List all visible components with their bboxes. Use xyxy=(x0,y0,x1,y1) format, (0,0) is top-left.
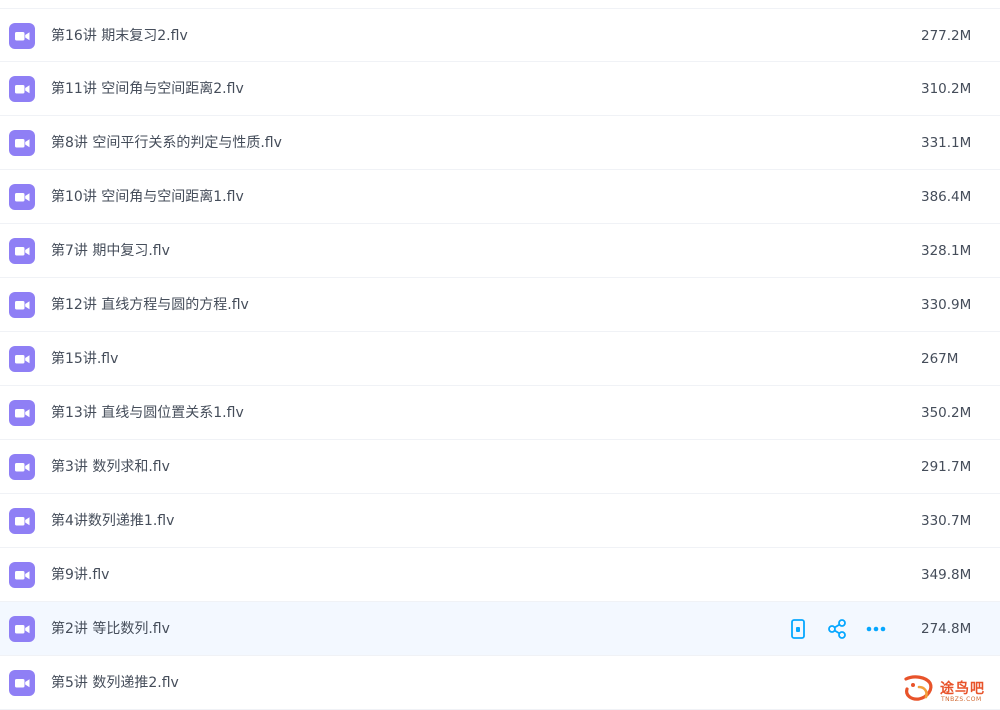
watermark-logo-icon xyxy=(904,675,933,701)
file-size: 274.8M xyxy=(921,621,972,637)
file-size: 330.9M xyxy=(921,297,972,313)
file-size: 349.8M xyxy=(921,567,972,583)
file-name[interactable]: 第2讲 等比数列.flv xyxy=(51,602,170,656)
video-file-icon xyxy=(9,346,35,372)
file-name[interactable]: 第7讲 期中复习.flv xyxy=(51,224,170,278)
video-file-icon xyxy=(9,400,35,426)
file-row[interactable]: 第10讲 空间角与空间距离1.flv 386.4M xyxy=(0,170,1000,224)
video-file-icon xyxy=(9,238,35,264)
file-row[interactable]: 第4讲数列递推1.flv 330.7M xyxy=(0,494,1000,548)
file-name[interactable]: 第15讲.flv xyxy=(51,332,118,386)
file-size: 277.2M xyxy=(921,28,972,44)
file-size: 291.7M xyxy=(921,459,972,475)
file-row[interactable]: 第12讲 直线方程与圆的方程.flv 330.9M xyxy=(0,278,1000,332)
file-name[interactable]: 第13讲 直线与圆位置关系1.flv xyxy=(51,386,244,440)
file-size: 310.2M xyxy=(921,81,972,97)
file-row[interactable]: 第5讲 数列递推2.flv xyxy=(0,656,1000,710)
video-file-icon xyxy=(9,616,35,642)
file-size: 267M xyxy=(921,351,959,367)
phone-button[interactable] xyxy=(787,618,809,640)
file-size: 386.4M xyxy=(921,189,972,205)
file-row[interactable]: 第3讲 数列求和.flv 291.7M xyxy=(0,440,1000,494)
file-list: 第16讲 期末复习2.flv 277.2M 第11讲 空间角与空间距离2.flv… xyxy=(0,8,1000,710)
file-row[interactable]: 第8讲 空间平行关系的判定与性质.flv 331.1M xyxy=(0,116,1000,170)
file-row[interactable]: 第15讲.flv 267M xyxy=(0,332,1000,386)
file-name[interactable]: 第10讲 空间角与空间距离1.flv xyxy=(51,170,244,224)
file-row[interactable]: 第16讲 期末复习2.flv 277.2M xyxy=(0,8,1000,62)
row-actions xyxy=(787,618,887,640)
file-size: 328.1M xyxy=(921,243,972,259)
watermark-text: 途鸟吧 xyxy=(940,681,985,697)
video-file-icon xyxy=(9,184,35,210)
video-file-icon xyxy=(9,130,35,156)
more-icon xyxy=(866,626,886,632)
video-file-icon xyxy=(9,454,35,480)
file-row[interactable]: 第13讲 直线与圆位置关系1.flv 350.2M xyxy=(0,386,1000,440)
file-name[interactable]: 第3讲 数列求和.flv xyxy=(51,440,170,494)
file-row[interactable]: 第2讲 等比数列.flv 274.8M xyxy=(0,602,1000,656)
file-row[interactable]: 第11讲 空间角与空间距离2.flv 310.2M xyxy=(0,62,1000,116)
phone-icon xyxy=(791,619,805,639)
video-file-icon xyxy=(9,292,35,318)
file-row[interactable]: 第9讲.flv 349.8M xyxy=(0,548,1000,602)
file-name[interactable]: 第4讲数列递推1.flv xyxy=(51,494,174,548)
more-button[interactable] xyxy=(865,618,887,640)
file-name[interactable]: 第5讲 数列递推2.flv xyxy=(51,656,179,710)
share-button[interactable] xyxy=(826,618,848,640)
file-size: 331.1M xyxy=(921,135,972,151)
video-file-icon xyxy=(9,23,35,49)
video-file-icon xyxy=(9,670,35,696)
file-size: 350.2M xyxy=(921,405,972,421)
video-file-icon xyxy=(9,76,35,102)
watermark-subtext: TNBZS.COM xyxy=(941,696,982,703)
file-name[interactable]: 第12讲 直线方程与圆的方程.flv xyxy=(51,278,249,332)
file-row[interactable]: 第7讲 期中复习.flv 328.1M xyxy=(0,224,1000,278)
video-file-icon xyxy=(9,508,35,534)
file-name[interactable]: 第16讲 期末复习2.flv xyxy=(51,9,188,63)
file-name[interactable]: 第9讲.flv xyxy=(51,548,109,602)
file-size: 330.7M xyxy=(921,513,972,529)
video-file-icon xyxy=(9,562,35,588)
watermark: 途鸟吧 TNBZS.COM xyxy=(900,672,996,706)
file-name[interactable]: 第8讲 空间平行关系的判定与性质.flv xyxy=(51,116,282,170)
file-name[interactable]: 第11讲 空间角与空间距离2.flv xyxy=(51,62,244,116)
share-icon xyxy=(828,619,846,639)
